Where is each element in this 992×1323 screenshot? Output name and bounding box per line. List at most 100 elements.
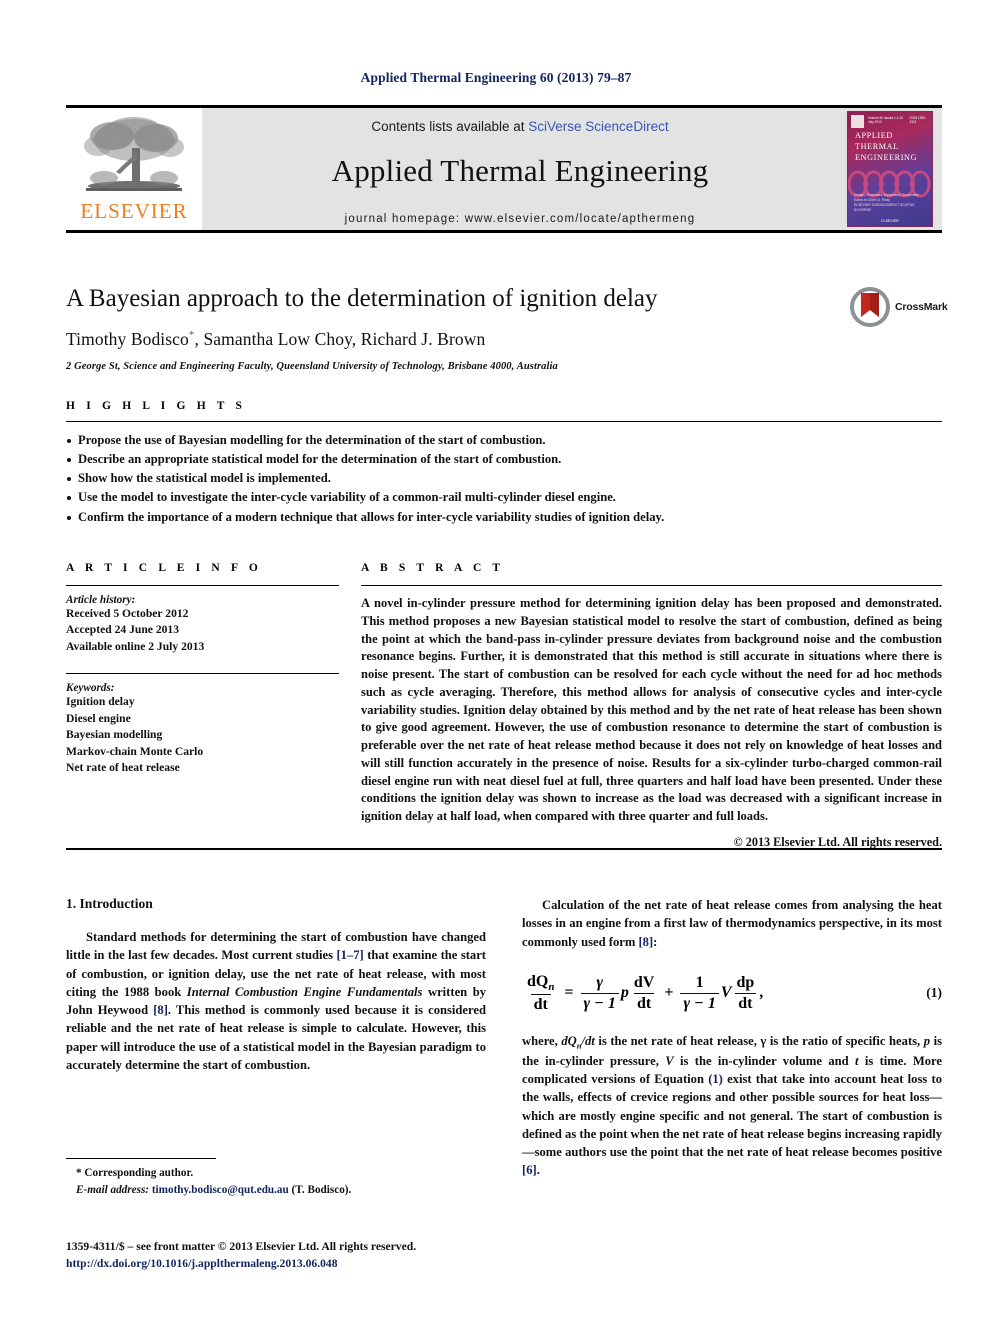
where-part-b: is the net rate of heat release,	[594, 1033, 761, 1048]
cover-elsevier-mark	[851, 115, 864, 128]
list-item: Use the model to investigate the inter-c…	[66, 488, 942, 507]
eq-term1-numerator: γ	[596, 973, 604, 991]
journal-cover-block: Volume 60 Issues 1-2 10 July 2013 ISSN 1…	[838, 108, 942, 230]
article-history-accepted: Accepted 24 June 2013	[66, 623, 180, 637]
eq-term1-denominator: γ − 1	[580, 992, 619, 1013]
eq-lhs-num-text: dQ	[527, 972, 549, 990]
corresponding-author-note: * Corresponding author.	[76, 1167, 194, 1179]
journal-title: Applied Thermal Engineering	[331, 153, 709, 188]
citation-ref-6[interactable]: [6]	[522, 1163, 537, 1177]
eq-equals-sign: =	[564, 984, 574, 1002]
eq-term3-denominator: γ − 1	[680, 992, 719, 1013]
doi-link[interactable]: http://dx.doi.org/10.1016/j.applthermale…	[66, 1255, 566, 1272]
masthead-center: Contents lists available at SciVerse Sci…	[202, 108, 838, 230]
equation-1: dQn dt = γ γ − 1 p dV dt + 1 γ − 1 V dp …	[522, 973, 942, 1014]
body-columns: 1. Introduction Standard methods for det…	[66, 896, 942, 1180]
equation-ref-1[interactable]: (1)	[708, 1072, 723, 1086]
eq-term4-fraction: dp dt	[734, 974, 758, 1013]
equation-1-number: (1)	[926, 985, 942, 1001]
cover-publisher: ELSEVIER	[881, 219, 899, 223]
section-heading-introduction: 1. Introduction	[66, 896, 153, 911]
info-abstract-section: A R T I C L E I N F O Article history: R…	[66, 562, 942, 850]
elsevier-tree-icon	[84, 117, 184, 191]
journal-cover-thumbnail: Volume 60 Issues 1-2 10 July 2013 ISSN 1…	[847, 111, 933, 227]
where-dq: dQ	[561, 1033, 577, 1048]
list-item: Describe an appropriate statistical mode…	[66, 450, 942, 469]
keyword-item: Markov-chain Monte Carlo	[66, 744, 204, 758]
eq-term2-denominator: dt	[634, 992, 655, 1013]
eq-term3-fraction: 1 γ − 1	[680, 973, 719, 1013]
cover-title-line3: ENGINEERING	[855, 153, 918, 162]
citation-ref-8b[interactable]: [8]	[638, 935, 653, 949]
keywords-label: Keywords:	[66, 682, 115, 695]
where-part-a: where,	[522, 1033, 562, 1048]
eq-term2-fraction: dV dt	[631, 974, 657, 1013]
paper-page: Applied Thermal Engineering 60 (2013) 79…	[0, 0, 992, 1323]
list-item: Confirm the importance of a modern techn…	[66, 508, 942, 527]
eq-term3-variable: V	[720, 984, 732, 1002]
crossmark-icon	[850, 287, 890, 327]
abstract-column: A B S T R A C T A novel in-cylinder pres…	[339, 562, 942, 850]
where-part-c: is the ratio of specific heats,	[766, 1033, 924, 1048]
email-link[interactable]: timothy.bodisco@qut.edu.au	[152, 1184, 289, 1196]
citation-ref-8[interactable]: [8]	[153, 1003, 168, 1017]
hr-part-b: :	[653, 934, 658, 949]
eq-term4-numerator: dp	[736, 973, 755, 991]
title-block: CrossMark A Bayesian approach to the det…	[66, 284, 948, 372]
list-item: Show how the statistical model is implem…	[66, 469, 942, 488]
email-suffix: (T. Bodisco).	[291, 1183, 352, 1196]
cover-indexed: ELSEVIER SCIENCEDIRECT SCOPUS SCIVERSE	[854, 203, 915, 212]
heat-release-paragraph: Calculation of the net rate of heat rele…	[522, 896, 942, 951]
article-history-online: Available online 2 July 2013	[66, 639, 205, 653]
eq-term2-numerator: dV	[633, 973, 655, 991]
abstract-text: A novel in-cylinder pressure method for …	[361, 596, 942, 823]
eq-term1-fraction: γ γ − 1	[580, 973, 619, 1013]
highlights-list: Propose the use of Bayesian modelling fo…	[66, 422, 942, 527]
where-var-v: V	[665, 1053, 674, 1068]
citation-ref-1-7[interactable]: [1–7]	[336, 948, 363, 962]
author-list: Timothy Bodisco*, Samantha Low Choy, Ric…	[66, 329, 942, 350]
cover-title-line1: APPLIED	[855, 131, 893, 140]
crossmark-badge[interactable]: CrossMark	[850, 284, 948, 330]
eq-term4-denominator: dt	[735, 992, 756, 1013]
article-history-label: Article history:	[66, 594, 136, 606]
footnote-block: * Corresponding author. E-mail address: …	[66, 1158, 486, 1199]
book-title-italic: Internal Combustion Engine Fundamentals	[186, 984, 423, 999]
journal-homepage-link[interactable]: journal homepage: www.elsevier.com/locat…	[345, 213, 696, 225]
footnote-rule	[66, 1158, 216, 1159]
page-title: A Bayesian approach to the determination…	[66, 285, 658, 312]
imprint-frontmatter: 1359-4311/$ – see front matter © 2013 El…	[66, 1240, 417, 1253]
eq-lhs-denominator: dt	[530, 993, 551, 1014]
imprint-block: 1359-4311/$ – see front matter © 2013 El…	[66, 1238, 566, 1273]
contents-prefix: Contents lists available at	[371, 119, 529, 134]
hr-part-a: Calculation of the net rate of heat rele…	[522, 898, 942, 949]
keyword-item: Ignition delay	[66, 695, 135, 709]
where-part-e: is the in-cylinder volume and	[673, 1053, 855, 1068]
email-note: E-mail address: timothy.bodisco@qut.edu.…	[66, 1182, 486, 1199]
where-paragraph: where, dQn/dt is the net rate of heat re…	[522, 1032, 942, 1180]
article-info-column: A R T I C L E I N F O Article history: R…	[66, 562, 339, 850]
eq-term1-variable: p	[620, 984, 629, 1002]
where-part-h: .	[536, 1163, 540, 1178]
body-left-column: 1. Introduction Standard methods for det…	[66, 896, 486, 1180]
keyword-item: Bayesian modelling	[66, 728, 163, 742]
elsevier-logo: ELSEVIER	[66, 108, 202, 230]
eq-lhs-num-sub: n	[548, 980, 555, 993]
article-info-heading: A R T I C L E I N F O	[66, 562, 262, 574]
cover-issn-text: ISSN 1359-4311	[909, 116, 926, 124]
cover-volume-text: Volume 60 Issues 1-2 10 July 2013	[868, 116, 904, 124]
list-item: Propose the use of Bayesian modelling fo…	[66, 431, 942, 450]
affiliation: 2 George St, Science and Engineering Fac…	[66, 361, 558, 372]
cover-footer-text: Design, Processes, Equipment, Economics …	[854, 193, 926, 213]
equation-1-body: dQn dt = γ γ − 1 p dV dt + 1 γ − 1 V dp …	[522, 973, 926, 1014]
cover-title-line2: THERMAL	[855, 142, 899, 151]
abstract-bottom-rule	[66, 848, 942, 850]
sciencedirect-link[interactable]: SciVerse ScienceDirect	[528, 119, 668, 134]
eq-lhs-fraction: dQn dt	[524, 973, 557, 1014]
elsevier-wordmark: ELSEVIER	[80, 199, 188, 223]
abstract-heading: A B S T R A C T	[361, 562, 505, 574]
running-head: Applied Thermal Engineering 60 (2013) 79…	[360, 70, 632, 85]
keywords-divider	[66, 673, 339, 675]
keyword-item: Net rate of heat release	[66, 761, 180, 775]
eq-term3-numerator: 1	[695, 973, 704, 991]
